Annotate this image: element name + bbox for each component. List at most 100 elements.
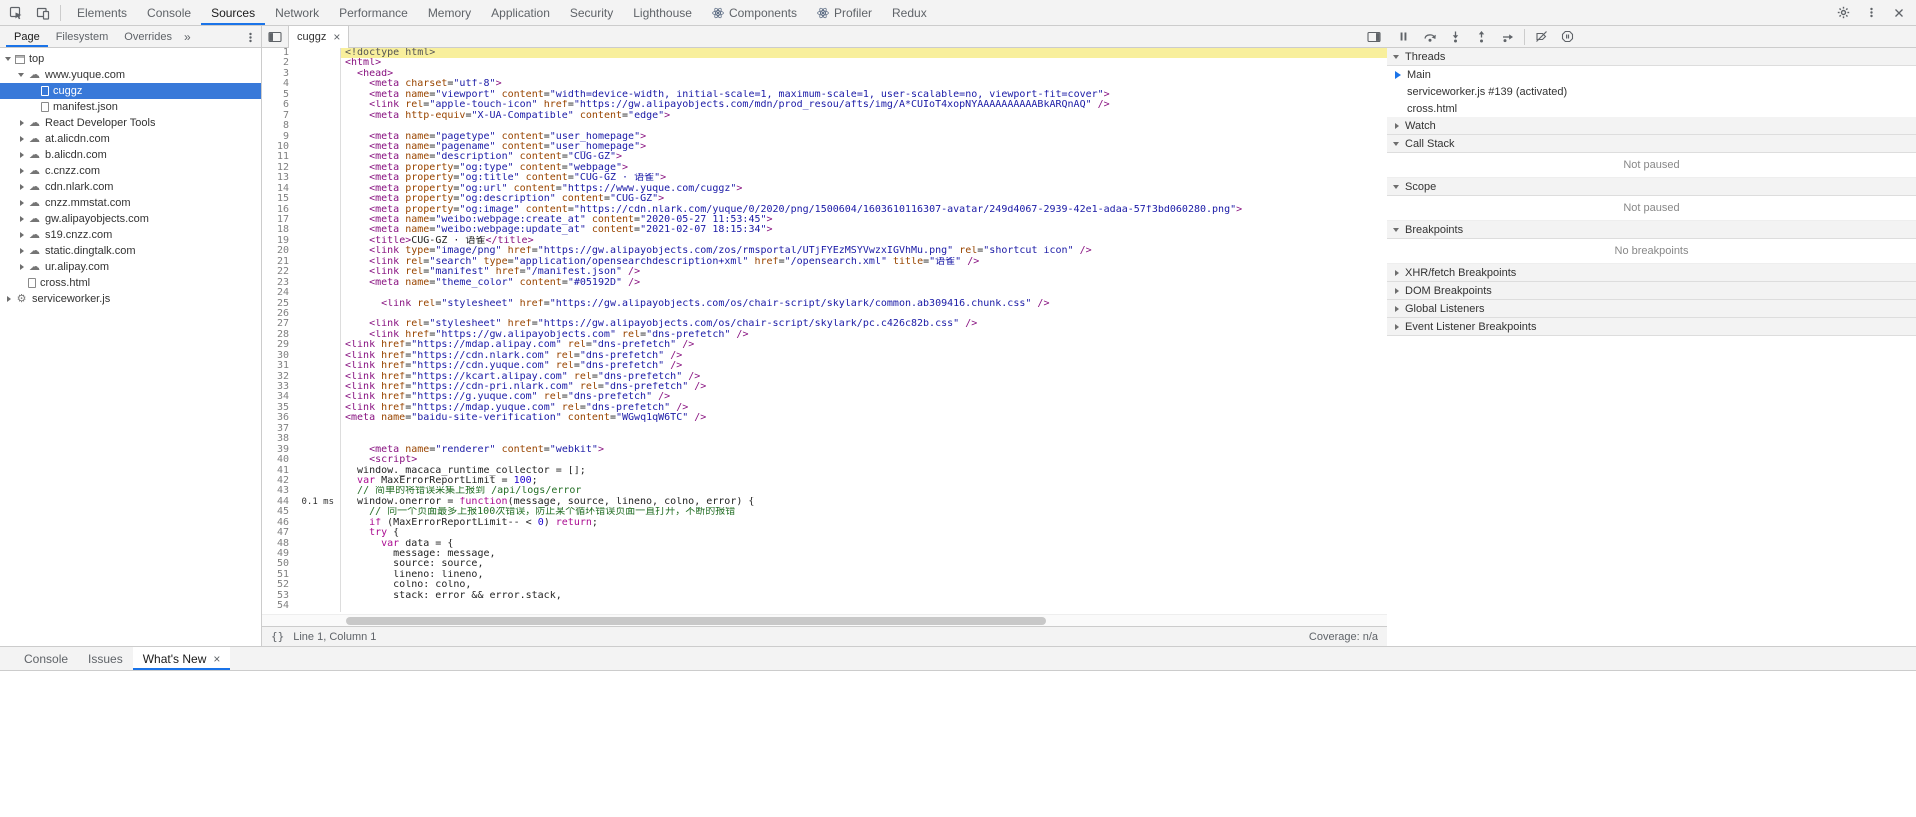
section-header-xhr-fetch-breakpoints[interactable]: XHR/fetch Breakpoints [1387,264,1916,282]
tab-application[interactable]: Application [481,0,560,25]
thread-cross-html[interactable]: cross.html [1387,100,1916,117]
expand-arrow[interactable] [17,118,27,128]
settings-gear-icon[interactable] [1830,2,1856,24]
horizontal-scrollbar[interactable] [262,614,1387,626]
line-number[interactable]: 47 [262,527,289,538]
tree-item-ur-alipay-com[interactable]: ur.alipay.com [0,259,261,275]
tree-item-www-yuque-com[interactable]: www.yuque.com [0,67,261,83]
collapse-arrow[interactable] [1392,225,1402,235]
scrollbar-thumb[interactable] [346,617,1046,625]
tab-elements[interactable]: Elements [67,0,137,25]
drawer-tab-console[interactable]: Console [14,647,78,670]
expand-arrow[interactable] [17,166,27,176]
section-header-global-listeners[interactable]: Global Listeners [1387,300,1916,318]
tab-console[interactable]: Console [137,0,201,25]
pretty-print-button[interactable]: {} [271,630,284,643]
expand-arrow[interactable] [17,134,27,144]
tree-item-at-alicdn-com[interactable]: at.alicdn.com [0,131,261,147]
section-header-dom-breakpoints[interactable]: DOM Breakpoints [1387,282,1916,300]
tab-sources[interactable]: Sources [201,0,265,25]
tab-profiler[interactable]: Profiler [807,0,882,25]
navigator-tab-filesystem[interactable]: Filesystem [48,26,117,47]
line-number[interactable]: 31 [262,360,289,371]
tree-item-serviceworker-js[interactable]: serviceworker.js [0,291,261,307]
step-into-button[interactable] [1443,27,1468,47]
expand-arrow[interactable] [17,230,27,240]
tab-redux[interactable]: Redux [882,0,937,25]
expand-arrow[interactable] [17,214,27,224]
line-number[interactable]: 24 [262,287,289,298]
debugger-toggle-icon[interactable] [1361,26,1387,47]
code-token: title [893,256,924,267]
thread-serviceworker-js-139-activated[interactable]: serviceworker.js #139 (activated) [1387,83,1916,100]
section-header-threads[interactable]: Threads [1387,48,1916,66]
section-header-watch[interactable]: Watch [1387,117,1916,135]
step-over-button[interactable] [1417,27,1442,47]
navigator-tab-page[interactable]: Page [6,26,48,47]
expand-arrow[interactable] [1392,304,1402,314]
tab-security[interactable]: Security [560,0,623,25]
tree-item-manifest-json[interactable]: manifest.json [0,99,261,115]
expand-arrow[interactable] [17,198,27,208]
section-header-scope[interactable]: Scope [1387,178,1916,196]
tree-item-c-cnzz-com[interactable]: c.cnzz.com [0,163,261,179]
section-header-event-listener-breakpoints[interactable]: Event Listener Breakpoints [1387,318,1916,336]
kebab-menu-icon[interactable] [1858,2,1884,24]
close-tab-icon[interactable]: × [333,31,340,43]
navigator-tab-overrides[interactable]: Overrides [116,26,180,47]
collapse-arrow[interactable] [17,70,27,80]
expand-arrow[interactable] [1392,286,1402,296]
step-out-button[interactable] [1469,27,1494,47]
navigator-toggle-icon[interactable] [262,26,288,47]
tab-network[interactable]: Network [265,0,329,25]
tree-item-static-dingtalk-com[interactable]: static.dingtalk.com [0,243,261,259]
tree-item-cross-html[interactable]: cross.html [0,275,261,291]
tree-item-top[interactable]: top [0,51,261,67]
drawer-tab-issues[interactable]: Issues [78,647,133,670]
expand-arrow[interactable] [1392,268,1402,278]
pause-script-button[interactable] [1391,27,1416,47]
line-number[interactable]: 54 [262,600,289,611]
tab-memory[interactable]: Memory [418,0,481,25]
expand-arrow[interactable] [17,246,27,256]
navigator-kebab-icon[interactable] [239,26,261,48]
expand-arrow[interactable] [17,150,27,160]
thread-main[interactable]: Main [1387,66,1916,83]
expand-arrow[interactable] [1392,322,1402,332]
line-number[interactable]: 40 [262,454,289,465]
expand-arrow[interactable] [17,182,27,192]
tree-item-react-developer-tools[interactable]: React Developer Tools [0,115,261,131]
tab-components[interactable]: Components [702,0,807,25]
expand-arrow[interactable] [17,262,27,272]
inspect-element-icon[interactable] [3,2,29,24]
collapse-arrow[interactable] [1392,139,1402,149]
section-header-breakpoints[interactable]: Breakpoints [1387,221,1916,239]
tab-performance[interactable]: Performance [329,0,418,25]
tree-item-b-alicdn-com[interactable]: b.alicdn.com [0,147,261,163]
code-editor[interactable]: 1 <!doctype html> 2 <html> 3 <head> 4 <meta c… [262,48,1387,614]
close-devtools-icon[interactable] [1886,2,1912,24]
collapse-arrow[interactable] [1392,182,1402,192]
expand-arrow[interactable] [1392,121,1402,131]
tab-lighthouse[interactable]: Lighthouse [623,0,702,25]
collapse-arrow[interactable] [1392,52,1402,62]
line-number[interactable]: 8 [262,120,289,131]
deactivate-breakpoints-button[interactable] [1529,27,1554,47]
step-button[interactable] [1495,27,1520,47]
expand-arrow[interactable] [4,294,14,304]
tree-item-s19-cnzz-com[interactable]: s19.cnzz.com [0,227,261,243]
line-number[interactable]: 15 [262,193,289,204]
tree-item-cdn-nlark-com[interactable]: cdn.nlark.com [0,179,261,195]
editor-tab-cuggz[interactable]: cuggz × [288,26,350,48]
drawer-tab-what-s-new[interactable]: What's New × [132,647,231,670]
more-tabs-chevron[interactable]: » [180,26,195,47]
device-toolbar-icon[interactable] [30,2,56,24]
pause-on-exceptions-button[interactable] [1555,27,1580,47]
code-token: /> [694,382,707,392]
tree-item-cnzz-mmstat-com[interactable]: cnzz.mmstat.com [0,195,261,211]
section-header-call-stack[interactable]: Call Stack [1387,135,1916,153]
tree-item-cuggz[interactable]: cuggz [0,83,261,99]
collapse-arrow[interactable] [4,54,14,64]
tree-item-gw-alipayobjects-com[interactable]: gw.alipayobjects.com [0,211,261,227]
close-tab-icon[interactable]: × [213,653,220,665]
